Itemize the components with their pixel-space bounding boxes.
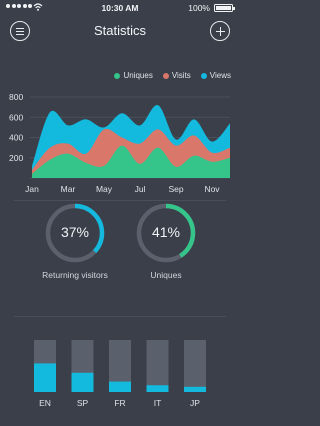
y-tick-label: 400 [9, 133, 23, 143]
bar-sp [71, 372, 94, 392]
bar-label: FR [114, 398, 125, 408]
x-tick-label: Jul [135, 184, 146, 194]
bar-label: IT [154, 398, 162, 408]
bar-it [146, 385, 169, 392]
chart-legend: Uniques Visits Views [114, 71, 231, 80]
legend-label: Uniques [123, 71, 153, 80]
legend-item-views[interactable]: Views [200, 71, 231, 80]
status-bar: 10:30 AM 100% [0, 0, 240, 16]
add-button[interactable] [210, 21, 230, 41]
visits-dot [162, 72, 169, 79]
bar-track [184, 340, 206, 392]
y-tick-label: 800 [9, 92, 23, 102]
bar-label: JP [190, 398, 200, 408]
battery-icon [214, 4, 235, 12]
legend-label: Visits [171, 71, 191, 80]
language-bar-chart: EN SP FR IT JP [34, 340, 206, 408]
x-tick-label: Sep [168, 184, 183, 194]
divider [14, 316, 226, 317]
bar-track [146, 340, 169, 392]
area-chart: 200 400 600 800 Jan Mar May Jul Sep Nov [9, 92, 230, 194]
bar-label: SP [77, 398, 89, 408]
battery-percent: 100% [188, 3, 210, 13]
x-tick-label: Mar [61, 184, 76, 194]
y-tick-label: 200 [9, 153, 23, 163]
bar-label: EN [39, 398, 51, 408]
uniques-gauge: 41% Uniques [111, 202, 221, 280]
divider [14, 200, 226, 201]
uniques-dot [114, 72, 121, 79]
bar-en [34, 363, 56, 392]
legend-label: Views [209, 71, 231, 80]
x-tick-label: May [96, 184, 113, 194]
x-tick-label: Nov [204, 184, 220, 194]
bar-fr [109, 381, 131, 392]
nav-bar: Statistics [0, 16, 240, 48]
donut-value: 41% [151, 224, 181, 240]
donut-label: Uniques [150, 270, 182, 280]
legend-item-visits[interactable]: Visits [162, 71, 191, 80]
legend-item-uniques[interactable]: Uniques [114, 71, 153, 80]
bar-jp [184, 386, 206, 392]
page-title: Statistics [93, 23, 146, 38]
x-tick-label: Jan [25, 184, 39, 194]
views-dot [200, 72, 207, 79]
y-tick-label: 600 [9, 112, 23, 122]
